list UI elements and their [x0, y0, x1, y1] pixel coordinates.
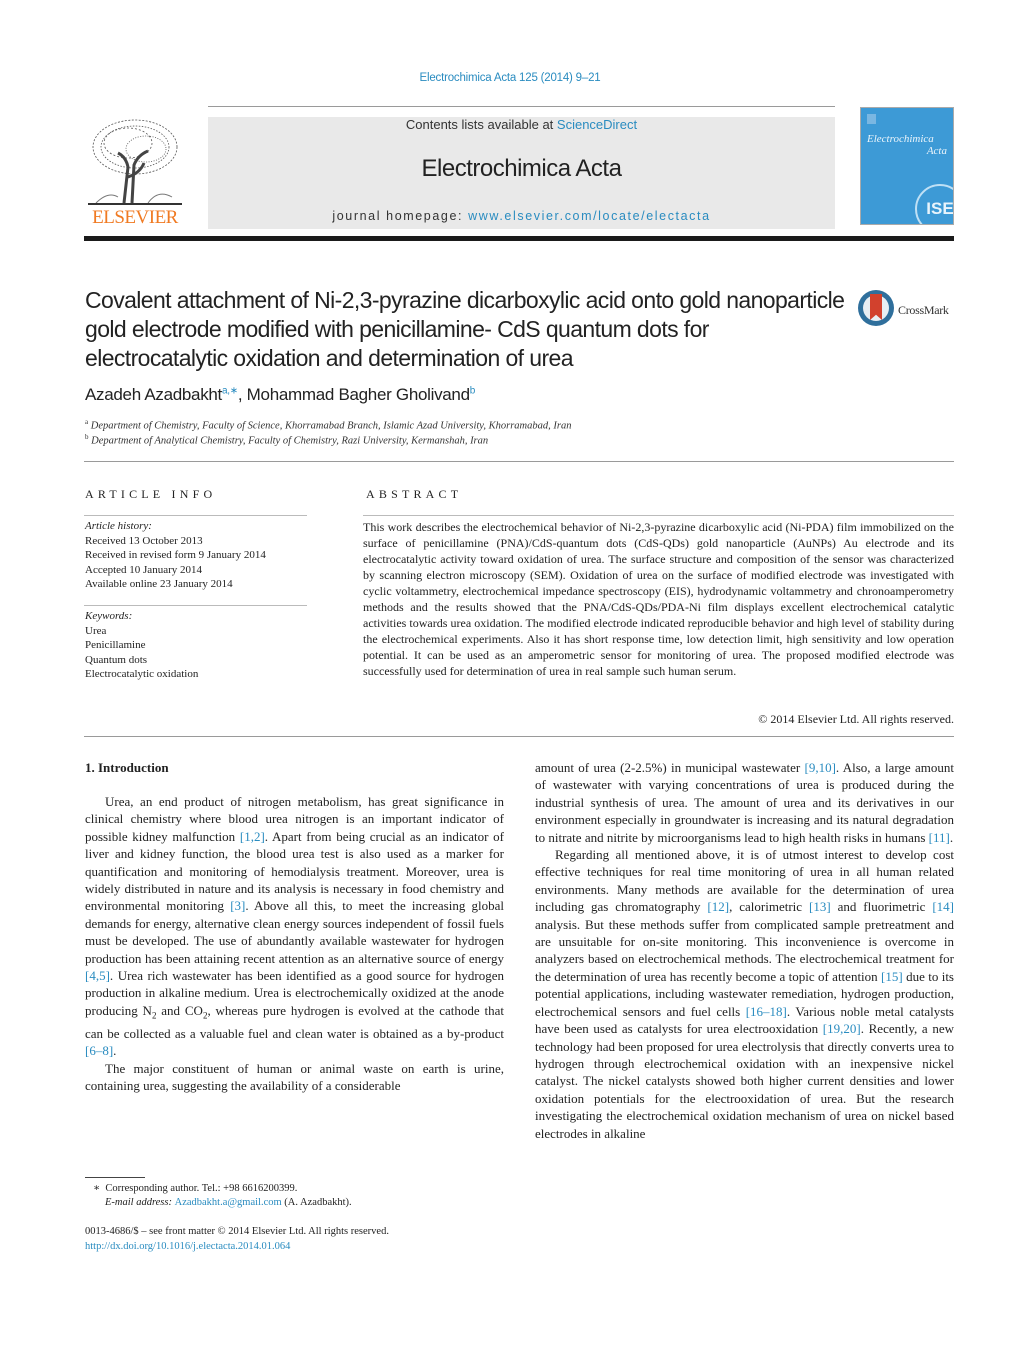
journal-masthead: Contents lists available at ScienceDirec… [208, 117, 835, 229]
cover-title-line1: Electrochimica [867, 133, 934, 145]
email-label: E-mail address: [105, 1197, 175, 1208]
citation-link[interactable]: [3] [230, 898, 245, 913]
keyword-item: Quantum dots [85, 653, 148, 666]
crossmark-button[interactable]: CrossMark [858, 290, 958, 330]
article-history: Article history: Received 13 October 201… [85, 519, 266, 592]
citation-link[interactable]: [14] [932, 899, 954, 914]
email-suffix: (A. Azadbakht). [281, 1197, 352, 1208]
article-info-heading: ARTICLE INFO [85, 487, 217, 501]
citation-link[interactable]: [11] [929, 830, 950, 845]
body-column-right: amount of urea (2-2.5%) in municipal was… [535, 759, 954, 1142]
paragraph: Urea, an end product of nitrogen metabol… [85, 794, 505, 1059]
keyword-item: Electrocatalytic oxidation [85, 668, 199, 681]
abstract-divider [363, 515, 954, 516]
section-heading-introduction: 1. Introduction [85, 760, 169, 775]
issn-line: 0013-4686/$ – see front matter © 2014 El… [85, 1226, 389, 1237]
author-affiliation-marker[interactable]: a,∗ [222, 385, 238, 396]
paragraph: amount of urea (2-2.5%) in municipal was… [535, 760, 954, 845]
history-item: Available online 23 January 2014 [85, 578, 233, 591]
author-name[interactable]: Mohammad Bagher Gholivand [247, 385, 470, 404]
header-divider [208, 106, 835, 107]
article-history-label: Article history: [85, 520, 152, 532]
article-info-divider [84, 515, 307, 516]
contents-line: Contents lists available at ScienceDirec… [208, 117, 835, 132]
citation-link[interactable]: [15] [881, 969, 903, 984]
abstract-copyright: © 2014 Elsevier Ltd. All rights reserved… [758, 712, 954, 726]
email-note: E-mail address: Azadbakht.a@gmail.com (A… [105, 1197, 352, 1208]
citation-link[interactable]: [6–8] [85, 1043, 113, 1058]
sciencedirect-link[interactable]: ScienceDirect [557, 117, 637, 132]
citation-link[interactable]: [12] [707, 899, 729, 914]
citation-link[interactable]: [4,5] [85, 968, 110, 983]
journal-homepage: journal homepage: www.elsevier.com/locat… [208, 209, 835, 223]
corresponding-author-text: Corresponding author. Tel.: +98 66162003… [105, 1183, 298, 1194]
title-divider [84, 461, 954, 462]
keywords: Keywords: Urea Penicillamine Quantum dot… [85, 609, 198, 682]
history-item: Accepted 10 January 2014 [85, 563, 202, 576]
affiliation: b Department of Analytical Chemistry, Fa… [85, 433, 488, 447]
article-title: Covalent attachment of Ni-2,3-pyrazine d… [85, 287, 845, 371]
author-name[interactable]: Azadeh Azadbakht [85, 385, 222, 404]
doi-link-text[interactable]: http://dx.doi.org/10.1016/j.electacta.20… [85, 1241, 290, 1252]
corresponding-author-note: ∗ Corresponding author. Tel.: +98 661620… [93, 1182, 297, 1194]
footnote-marker: ∗ [93, 1183, 101, 1194]
author-affiliation-marker[interactable]: b [470, 385, 476, 396]
header-thick-divider [84, 236, 954, 241]
crossmark-label: CrossMark [898, 303, 949, 317]
homepage-prefix: journal homepage: [332, 209, 469, 223]
citation-link[interactable]: [19,20] [823, 1021, 861, 1036]
ise-society-icon: ISE [915, 184, 953, 224]
keywords-label: Keywords: [85, 610, 133, 622]
citation-link[interactable]: [9,10] [804, 760, 835, 775]
email-link[interactable]: Azadbakht.a@gmail.com [175, 1197, 282, 1208]
paragraph: The major constituent of human or animal… [85, 1060, 504, 1094]
abstract-text: This work describes the electrochemical … [363, 520, 954, 678]
keywords-divider [84, 605, 307, 606]
history-item: Received 13 October 2013 [85, 534, 203, 547]
homepage-link[interactable]: www.elsevier.com/locate/electacta [468, 209, 710, 223]
subscript: 2 [151, 1010, 157, 1021]
subscript: 2 [202, 1010, 208, 1021]
footnote-divider [85, 1177, 145, 1178]
author-list: Azadeh Azadbakhta,∗, Mohammad Bagher Gho… [85, 385, 475, 405]
journal-reference-link[interactable]: Electrochimica Acta 125 (2014) 9–21 [0, 72, 1020, 84]
history-item: Received in revised form 9 January 2014 [85, 549, 266, 562]
keyword-item: Penicillamine [85, 639, 146, 652]
contents-prefix: Contents lists available at [405, 117, 557, 132]
elsevier-logo[interactable]: ELSEVIER [84, 117, 186, 229]
affiliation-marker: a [85, 418, 89, 426]
journal-cover-image[interactable]: Electrochimica Acta ISE [860, 107, 954, 225]
affiliation-marker: b [85, 433, 89, 441]
citation-link[interactable]: [1,2] [240, 829, 265, 844]
author-separator: , [237, 385, 247, 404]
elsevier-tree-icon [88, 117, 182, 205]
abstract-heading: ABSTRACT [366, 487, 463, 501]
keyword-item: Urea [85, 624, 107, 637]
affiliation-text: Department of Analytical Chemistry, Facu… [91, 435, 489, 447]
cover-title-line2: Acta [926, 145, 947, 157]
citation-link[interactable]: [16–18] [746, 1004, 787, 1019]
doi-link[interactable]: http://dx.doi.org/10.1016/j.electacta.20… [85, 1241, 290, 1252]
affiliation: a Department of Chemistry, Faculty of Sc… [85, 418, 571, 432]
journal-title: Electrochimica Acta [421, 155, 622, 182]
abstract-bottom-divider [84, 736, 954, 737]
citation-link[interactable]: [13] [809, 899, 831, 914]
cover-publisher-badge [867, 114, 876, 124]
elsevier-wordmark: ELSEVIER [92, 207, 178, 228]
body-column-left: Urea, an end product of nitrogen metabol… [85, 793, 504, 1095]
paragraph: Regarding all mentioned above, it is of … [535, 847, 954, 1141]
affiliation-text: Department of Chemistry, Faculty of Scie… [90, 420, 572, 432]
